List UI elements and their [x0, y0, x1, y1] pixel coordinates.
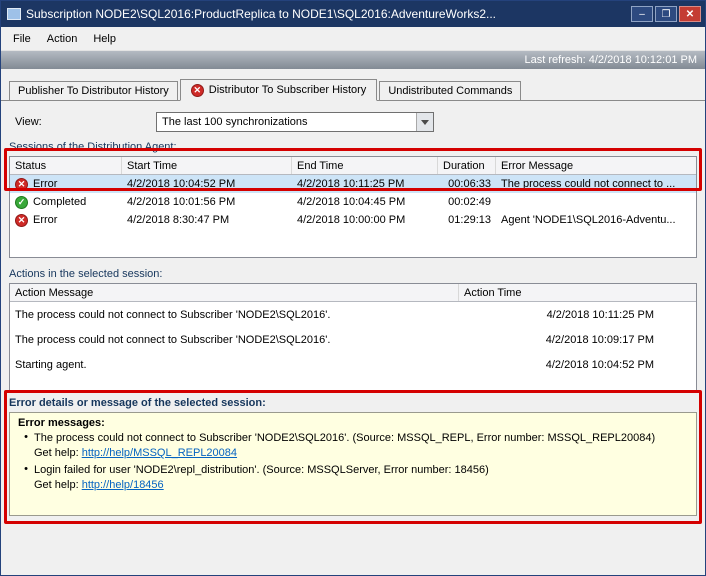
close-button[interactable]: ✕: [679, 6, 701, 22]
sessions-section-label: Sessions of the Distribution Agent:: [9, 141, 705, 153]
subscription-window: Subscription NODE2\SQL2016:ProductReplic…: [0, 0, 706, 576]
window-controls: – ❐ ✕: [631, 6, 701, 22]
view-label: View:: [15, 116, 156, 128]
window-icon: [7, 8, 21, 20]
action-time-cell: 4/2/2018 10:11:25 PM: [459, 302, 696, 327]
column-header-status[interactable]: Status: [10, 157, 122, 174]
start-time-cell: 4/2/2018 10:01:56 PM: [122, 193, 292, 211]
minimize-button[interactable]: –: [631, 6, 653, 22]
list-item: • The process could not connect to Subsc…: [18, 431, 688, 461]
chevron-down-icon: [421, 120, 429, 125]
status-cell: ✕ Error: [10, 211, 122, 229]
actions-table-header: Action Message Action Time: [10, 284, 696, 302]
column-header-start-time[interactable]: Start Time: [122, 157, 292, 174]
status-text: Error: [33, 178, 57, 190]
actions-table: Action Message Action Time The process c…: [9, 283, 697, 391]
tab-strip: Publisher To Distributor History ✕ Distr…: [1, 69, 705, 101]
end-time-cell: 4/2/2018 10:11:25 PM: [292, 175, 438, 193]
status-text: Completed: [33, 196, 86, 208]
last-refresh-bar: Last refresh: 4/2/2018 10:12:01 PM: [1, 51, 705, 69]
menu-action[interactable]: Action: [39, 30, 86, 48]
bullet-icon: •: [18, 463, 34, 493]
column-header-error-message[interactable]: Error Message: [496, 157, 696, 174]
dropdown-arrow-button[interactable]: [416, 113, 433, 131]
view-dropdown-value: The last 100 synchronizations: [157, 116, 416, 128]
error-item-body: Login failed for user 'NODE2\repl_distri…: [34, 463, 688, 493]
error-item-text: Login failed for user 'NODE2\repl_distri…: [34, 464, 489, 476]
status-text: Error: [33, 214, 57, 226]
get-help-prefix: Get help:: [34, 479, 82, 491]
table-row[interactable]: ✓ Completed 4/2/2018 10:01:56 PM 4/2/201…: [10, 193, 696, 211]
error-icon: ✕: [15, 214, 28, 227]
get-help-prefix: Get help:: [34, 447, 82, 459]
action-message-cell: The process could not connect to Subscri…: [10, 327, 459, 352]
table-row[interactable]: Starting agent. 4/2/2018 10:04:52 PM: [10, 352, 696, 377]
menu-file[interactable]: File: [5, 30, 39, 48]
tab-label: Publisher To Distributor History: [18, 85, 169, 97]
last-refresh-text: Last refresh: 4/2/2018 10:12:01 PM: [525, 54, 697, 66]
column-header-end-time[interactable]: End Time: [292, 157, 438, 174]
tab-label: Undistributed Commands: [388, 85, 512, 97]
error-message-cell: [496, 193, 696, 211]
status-cell: ✕ Error: [10, 175, 122, 193]
bullet-icon: •: [18, 431, 34, 461]
start-time-cell: 4/2/2018 10:04:52 PM: [122, 175, 292, 193]
action-time-cell: 4/2/2018 10:04:52 PM: [459, 352, 696, 377]
error-details-box: Error messages: • The process could not …: [9, 412, 697, 516]
help-link[interactable]: http://help/MSSQL_REPL20084: [82, 447, 237, 459]
tab-publisher-to-distributor-history[interactable]: Publisher To Distributor History: [9, 81, 178, 100]
column-header-duration[interactable]: Duration: [438, 157, 496, 174]
table-row[interactable]: The process could not connect to Subscri…: [10, 327, 696, 352]
column-header-action-time[interactable]: Action Time: [459, 284, 696, 301]
error-details-label: Error details or message of the selected…: [9, 397, 705, 409]
error-icon: ✕: [191, 84, 204, 97]
tab-undistributed-commands[interactable]: Undistributed Commands: [379, 81, 521, 100]
action-message-cell: Starting agent.: [10, 352, 459, 377]
action-time-cell: 4/2/2018 10:09:17 PM: [459, 327, 696, 352]
duration-cell: 00:02:49: [438, 193, 496, 211]
sessions-table: Status Start Time End Time Duration Erro…: [9, 156, 697, 258]
menu-help[interactable]: Help: [85, 30, 124, 48]
end-time-cell: 4/2/2018 10:04:45 PM: [292, 193, 438, 211]
error-icon: ✕: [15, 178, 28, 191]
action-message-cell: The process could not connect to Subscri…: [10, 302, 459, 327]
duration-cell: 00:06:33: [438, 175, 496, 193]
error-item-body: The process could not connect to Subscri…: [34, 431, 688, 461]
maximize-button[interactable]: ❐: [655, 6, 677, 22]
table-row[interactable]: ✕ Error 4/2/2018 10:04:52 PM 4/2/2018 10…: [10, 175, 696, 193]
error-message-cell: The process could not connect to ...: [496, 175, 696, 193]
tab-distributor-to-subscriber-history[interactable]: ✕ Distributor To Subscriber History: [180, 79, 378, 101]
error-item-text: The process could not connect to Subscri…: [34, 432, 655, 444]
status-cell: ✓ Completed: [10, 193, 122, 211]
end-time-cell: 4/2/2018 10:00:00 PM: [292, 211, 438, 229]
list-item: • Login failed for user 'NODE2\repl_dist…: [18, 463, 688, 493]
sessions-table-header: Status Start Time End Time Duration Erro…: [10, 157, 696, 175]
table-row[interactable]: ✕ Error 4/2/2018 8:30:47 PM 4/2/2018 10:…: [10, 211, 696, 229]
help-link[interactable]: http://help/18456: [82, 479, 164, 491]
table-row[interactable]: The process could not connect to Subscri…: [10, 302, 696, 327]
start-time-cell: 4/2/2018 8:30:47 PM: [122, 211, 292, 229]
error-message-cell: Agent 'NODE1\SQL2016-Adventu...: [496, 211, 696, 229]
titlebar: Subscription NODE2\SQL2016:ProductReplic…: [1, 1, 705, 27]
tab-label: Distributor To Subscriber History: [209, 84, 367, 96]
column-header-action-message[interactable]: Action Message: [10, 284, 459, 301]
actions-section-label: Actions in the selected session:: [9, 268, 705, 280]
window-title: Subscription NODE2\SQL2016:ProductReplic…: [26, 7, 625, 21]
success-icon: ✓: [15, 196, 28, 209]
duration-cell: 01:29:13: [438, 211, 496, 229]
view-dropdown[interactable]: The last 100 synchronizations: [156, 112, 434, 132]
error-messages-heading: Error messages:: [18, 417, 688, 429]
view-row: View: The last 100 synchronizations: [15, 111, 705, 133]
menu-bar: File Action Help: [1, 27, 705, 51]
